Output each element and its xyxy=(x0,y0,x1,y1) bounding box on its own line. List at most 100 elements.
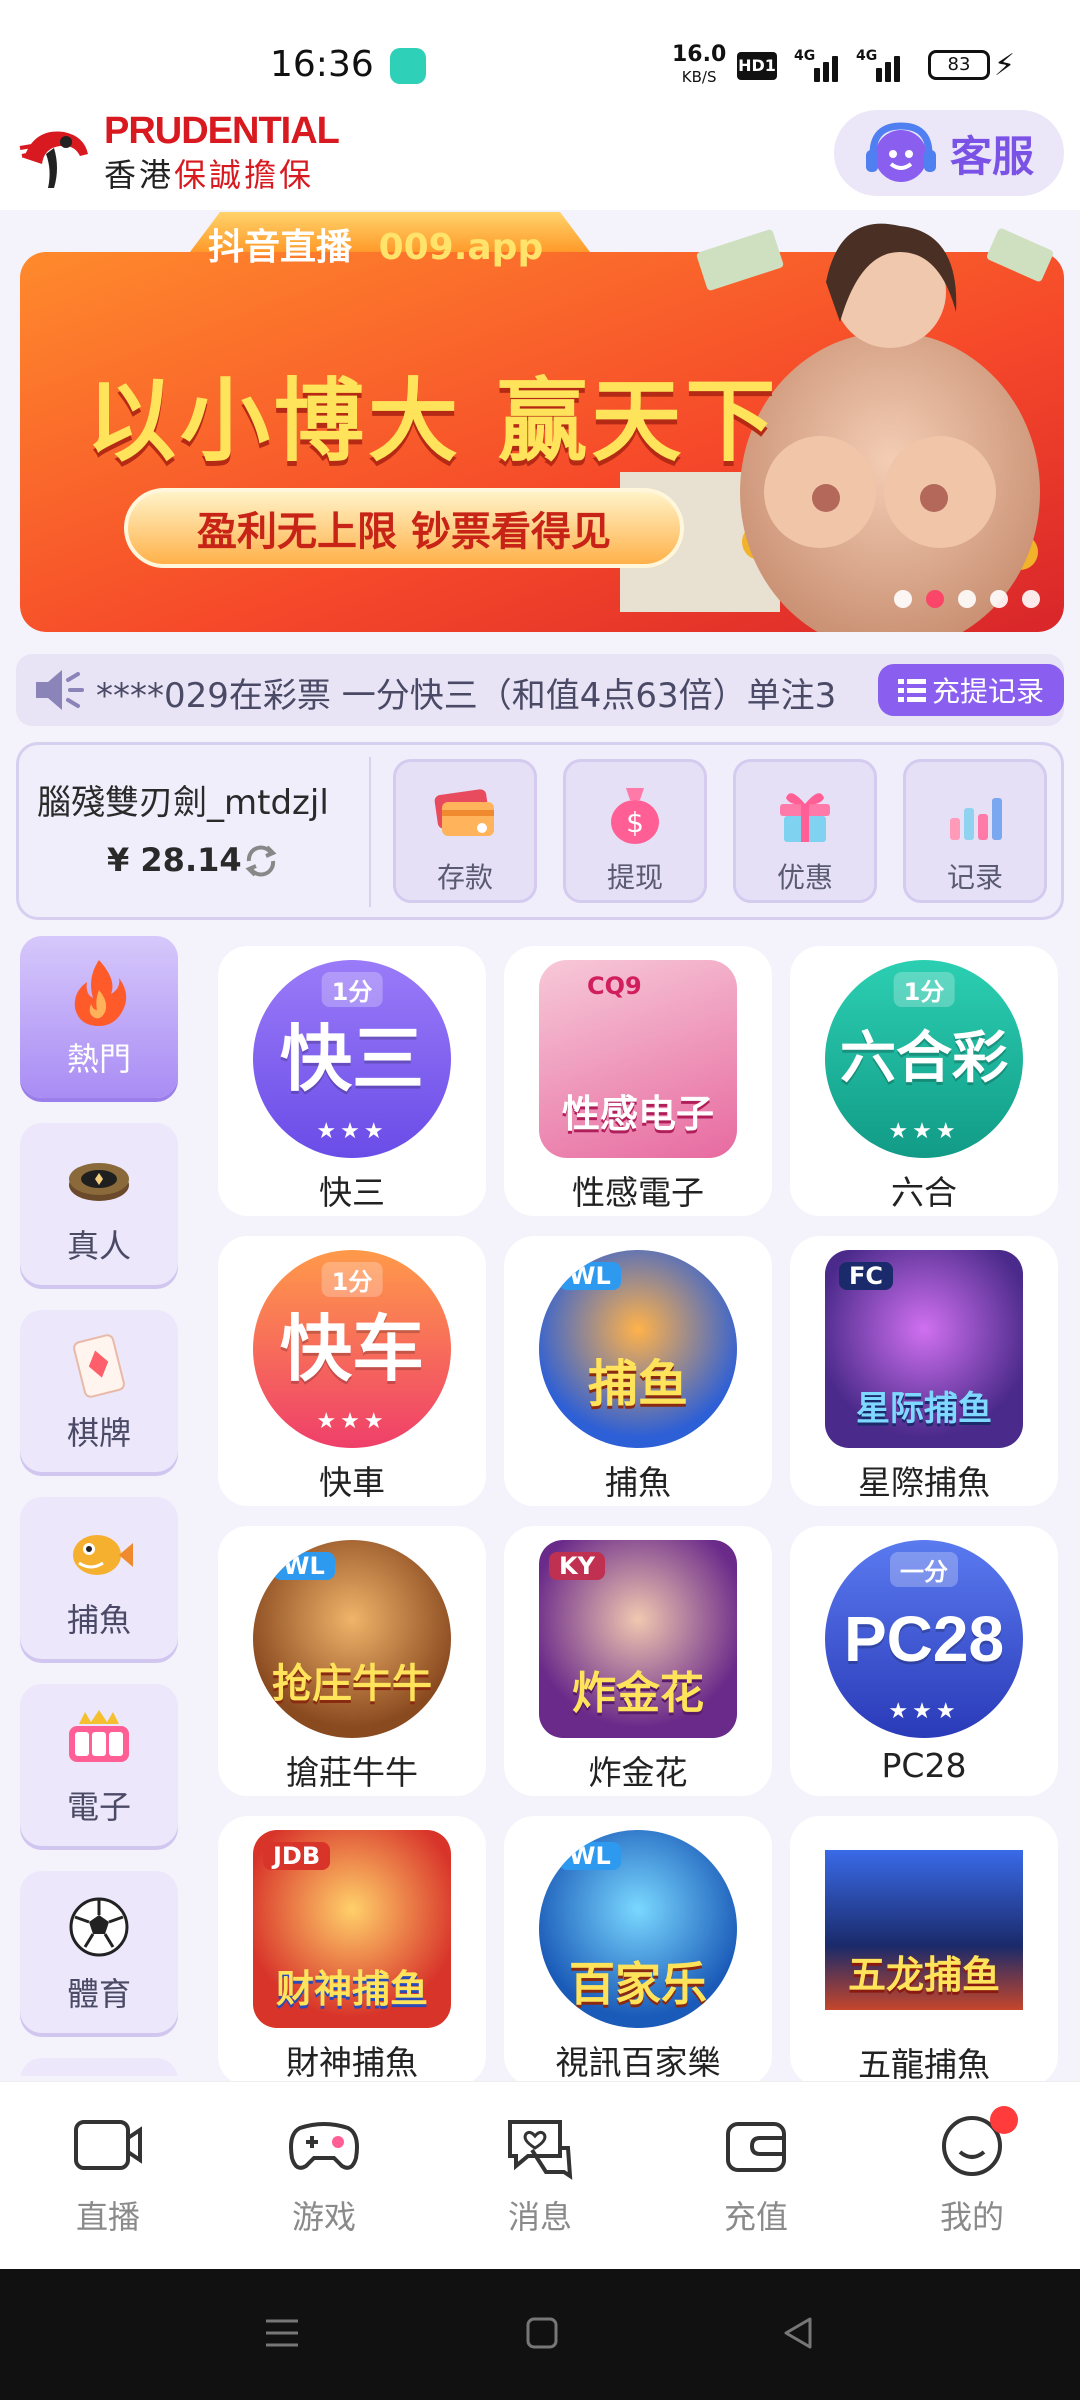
game-card[interactable]: WL 捕鱼 捕魚 xyxy=(504,1236,772,1506)
promotion-button[interactable]: 优惠 xyxy=(733,759,877,903)
game-tag: CQ9 xyxy=(587,972,642,1000)
nav-messages[interactable]: 消息 xyxy=(470,2112,610,2252)
customer-service-button[interactable]: 客服 xyxy=(834,110,1064,196)
record-button[interactable]: 记录 xyxy=(903,759,1047,903)
game-thumb-text: 捕鱼 xyxy=(588,1355,688,1413)
money-bag-icon: $ xyxy=(611,788,659,844)
logo-subtitle-b: 保誠擔保 xyxy=(174,156,315,194)
game-thumb-text: 快车 xyxy=(279,1307,424,1391)
slot-icon xyxy=(69,1710,129,1762)
game-tag: WL xyxy=(273,1552,335,1580)
game-name: 捕魚 xyxy=(605,1463,671,1502)
game-card[interactable]: KY 炸金花 炸金花 xyxy=(504,1526,772,1796)
signal-icon: 4G xyxy=(856,48,902,82)
carousel-dot[interactable] xyxy=(1022,590,1040,608)
bar-chart-icon xyxy=(950,798,1002,840)
gift-icon xyxy=(780,793,830,842)
category-sidebar: 熱門 真人 棋牌 捕魚 電子 體育 xyxy=(20,936,180,2076)
battery-icon: 83 xyxy=(928,50,990,80)
game-thumbnail: 1分 快车 ★★★ xyxy=(253,1250,451,1448)
nav-games[interactable]: 游戏 xyxy=(254,2112,394,2252)
category-hot[interactable]: 熱門 xyxy=(20,936,178,1098)
carousel-dot[interactable] xyxy=(894,590,912,608)
category-sports[interactable]: 體育 xyxy=(20,1871,178,2033)
game-card[interactable]: 1分 快车 ★★★ 快車 xyxy=(218,1236,486,1506)
game-thumbnail: 1分 六合彩 ★★★ xyxy=(825,960,1023,1158)
game-tag: 1分 xyxy=(321,1262,383,1297)
game-card[interactable]: 五龙捕鱼 五龍捕魚 xyxy=(790,1816,1058,2081)
category-live[interactable]: 真人 xyxy=(20,1123,178,1285)
charging-icon: ⚡ xyxy=(994,48,1016,83)
category-chess-cards[interactable]: 棋牌 xyxy=(20,1310,178,1472)
wallet-panel: 腦殘雙刃劍_mtdzjl ¥ 28.14 存款 $ 提现 优惠 记录 xyxy=(16,742,1064,920)
speaker-icon xyxy=(36,670,84,710)
currency-symbol: ¥ xyxy=(107,841,130,879)
card-icon xyxy=(73,1334,125,1398)
fish-icon xyxy=(73,1535,133,1575)
game-card[interactable]: 一分 PC28 ★★★ PC28 xyxy=(790,1526,1058,1796)
refresh-icon[interactable] xyxy=(241,841,281,881)
chat-heart-icon xyxy=(508,2120,573,2180)
game-card[interactable]: 1分 快三 ★★★ 快三 xyxy=(218,946,486,1216)
game-name: 五龍捕魚 xyxy=(858,2045,990,2081)
deposit-withdraw-record-button[interactable]: 充提记录 xyxy=(878,664,1064,716)
nav-recharge[interactable]: 充值 xyxy=(686,2112,826,2252)
withdraw-button[interactable]: $ 提现 xyxy=(563,759,707,903)
category-slots[interactable]: 電子 xyxy=(20,1684,178,1846)
username: 腦殘雙刃劍_mtdzjl xyxy=(37,783,329,823)
status-time: 16:36 xyxy=(270,44,374,85)
game-card[interactable]: CQ9 性感电子 性感電子 xyxy=(504,946,772,1216)
bottom-nav: 直播 游戏 消息 充值 我的 xyxy=(0,2081,1080,2269)
carousel-indicator[interactable] xyxy=(894,590,1040,608)
game-thumb-text: 抢庄牛牛 xyxy=(272,1661,432,1707)
withdraw-label: 提现 xyxy=(606,861,663,894)
back-icon[interactable] xyxy=(778,2313,818,2353)
logo-subtitle-a: 香港 xyxy=(104,156,175,194)
game-thumbnail: WL 抢庄牛牛 xyxy=(253,1540,451,1738)
menu-icon[interactable] xyxy=(262,2313,302,2353)
game-thumb-text: 星际捕鱼 xyxy=(856,1389,992,1429)
game-card[interactable]: WL 抢庄牛牛 搶莊牛牛 xyxy=(218,1526,486,1796)
promo-banner[interactable]: 抖音直播 009.app 以小博大 赢天下 盈利无上限 钞票看得见 xyxy=(20,212,1064,632)
nav-profile[interactable]: 我的 xyxy=(902,2106,1042,2252)
fire-icon xyxy=(74,960,127,1026)
banner-tag-text: 抖音直播 xyxy=(208,227,353,268)
carousel-dot-active[interactable] xyxy=(926,590,944,608)
game-card[interactable]: JDB 财神捕鱼 財神捕魚 xyxy=(218,1816,486,2081)
game-tag: FC xyxy=(839,1262,894,1290)
carousel-dot[interactable] xyxy=(958,590,976,608)
game-thumbnail: WL 百家乐 xyxy=(539,1830,737,2028)
app-notification-icon xyxy=(390,48,426,84)
game-thumb-text: 快三 xyxy=(279,1017,424,1101)
nav-label: 我的 xyxy=(939,2198,1004,2236)
category-more[interactable] xyxy=(20,2058,178,2076)
game-thumb-text: 百家乐 xyxy=(569,1957,707,2011)
game-card[interactable]: FC 星际捕鱼 星際捕魚 xyxy=(790,1236,1058,1506)
category-fishing[interactable]: 捕魚 xyxy=(20,1497,178,1659)
stars-icon: ★★★ xyxy=(316,1409,388,1434)
home-icon[interactable] xyxy=(522,2313,562,2353)
game-name: 炸金花 xyxy=(588,1753,688,1792)
nav-live[interactable]: 直播 xyxy=(38,2112,178,2252)
stars-icon: ★★★ xyxy=(316,1119,388,1144)
banner-tag: 抖音直播 009.app xyxy=(208,218,543,270)
game-name: 六合 xyxy=(891,1173,957,1212)
game-thumb-text: 财神捕鱼 xyxy=(275,1967,428,2011)
carousel-dot[interactable] xyxy=(990,590,1008,608)
deposit-button[interactable]: 存款 xyxy=(393,759,537,903)
game-tag: 1分 xyxy=(321,972,383,1007)
nav-label: 消息 xyxy=(507,2198,572,2236)
category-label: 體育 xyxy=(66,1975,131,2013)
game-card[interactable]: 1分 六合彩 ★★★ 六合 xyxy=(790,946,1058,1216)
game-tag: JDB xyxy=(263,1842,331,1870)
promotion-label: 优惠 xyxy=(776,861,833,894)
app-header: PRUDENTIAL 香港保誠擔保 客服 xyxy=(0,110,1080,210)
category-label: 棋牌 xyxy=(66,1414,131,1452)
game-card[interactable]: WL 百家乐 視訊百家樂 xyxy=(504,1816,772,2081)
wallet-icon xyxy=(726,2122,786,2172)
game-thumb-text: PC28 xyxy=(843,1603,1005,1675)
game-thumbnail: 五龙捕鱼 xyxy=(825,1850,1023,2010)
game-tag: WL xyxy=(559,1842,621,1870)
game-name: 性感電子 xyxy=(572,1173,704,1212)
game-thumbnail: KY 炸金花 xyxy=(539,1540,737,1738)
